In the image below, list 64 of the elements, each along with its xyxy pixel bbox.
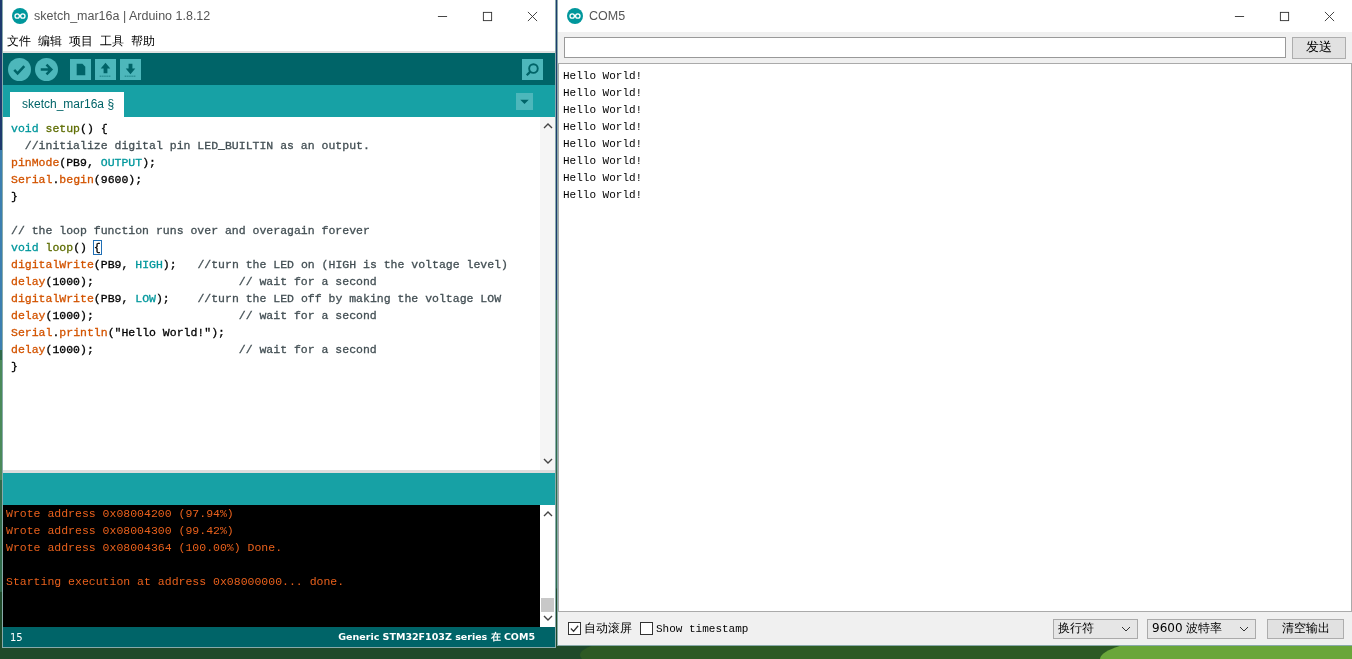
code-line: digitalWrite(PB9, LOW); //turn the LED off by making the voltage LOW — [11, 291, 503, 307]
window-title: sketch_mar16a | Arduino 1.8.12 — [34, 9, 211, 23]
scroll-up-icon[interactable] — [542, 123, 553, 129]
app-logo-icon — [567, 8, 583, 24]
serial-monitor-icon[interactable] — [522, 58, 543, 80]
serial-output-line: Hello World! — [563, 103, 644, 118]
console-line: Starting execution at address 0x08000000... done. — [6, 574, 346, 590]
serial-output-line: Hello World! — [563, 69, 644, 84]
serial-output-line: Hello World! — [563, 171, 644, 186]
scroll-down-icon[interactable] — [542, 615, 553, 621]
serial-output-line: Hello World! — [563, 137, 644, 152]
baud-rate-dropdown[interactable]: 9600 波特率 — [1147, 618, 1256, 639]
code-line: pinMode(PB9, OUTPUT); — [11, 155, 157, 171]
send-input-field[interactable] — [564, 37, 1286, 58]
serial-output-line: Hello World! — [563, 86, 644, 101]
menu-item[interactable]: 编辑 — [38, 33, 62, 50]
code-line: void setup() { — [11, 121, 109, 137]
checkbox-label: 自动滚屏 — [584, 620, 632, 637]
board-port-label: Generic STM32F103Z series 在 COM5 — [338, 630, 535, 644]
close-icon[interactable] — [527, 10, 538, 22]
menu-item[interactable]: 文件 — [7, 33, 31, 50]
serial-output-line: Hello World! — [563, 188, 644, 203]
code-line: Serial.println("Hello World!"); — [11, 325, 226, 341]
dropdown-icon[interactable] — [516, 92, 533, 110]
window-title: COM5 — [589, 9, 626, 23]
checkbox-label: Show timestamp — [656, 622, 749, 635]
code-line: Serial.begin(9600); — [11, 172, 144, 188]
code-line: digitalWrite(PB9, HIGH); //turn the LED on (HIGH is the voltage level) — [11, 257, 509, 273]
code-line: // the loop function runs over and overagain forever — [11, 223, 371, 239]
serial-output-line: Hello World! — [563, 120, 644, 135]
code-line: delay(1000); // wait for a second — [11, 342, 378, 358]
checkbox[interactable] — [640, 622, 653, 635]
console-line: Wrote address 0x08004300 (99.42%) — [6, 523, 235, 539]
line-ending-dropdown[interactable]: 换行符 — [1053, 618, 1138, 639]
code-line: void loop() { — [11, 240, 102, 256]
code-line: } — [11, 189, 19, 205]
menu-item[interactable]: 项目 — [69, 33, 93, 50]
editor-scrollbar[interactable] — [540, 117, 555, 470]
file-tab[interactable]: sketch_mar16a § — [10, 92, 125, 117]
line-number: 15 — [10, 631, 23, 643]
new-file-icon[interactable] — [70, 58, 91, 80]
menu-item[interactable]: 工具 — [100, 33, 124, 50]
console-line: Wrote address 0x08004200 (97.94%) — [6, 506, 235, 522]
console-line: Wrote address 0x08004364 (100.00%) Done. — [6, 540, 284, 556]
code-line: delay(1000); // wait for a second — [11, 274, 378, 290]
clear-output-button[interactable]: 清空输出 — [1267, 618, 1344, 639]
close-icon[interactable] — [1324, 10, 1335, 22]
code-line: delay(1000); // wait for a second — [11, 308, 378, 324]
caret-icon — [1121, 625, 1131, 632]
code-line: //initialize digital pin LED_BUILTIN as an output. — [23, 138, 371, 154]
code-line: } — [11, 359, 19, 375]
app-logo-icon — [12, 8, 28, 24]
verify-icon[interactable] — [8, 57, 31, 81]
checkbox[interactable] — [568, 622, 581, 635]
menu-item[interactable]: 帮助 — [131, 33, 155, 50]
maximize-icon[interactable] — [1279, 10, 1290, 22]
scroll-up-icon[interactable] — [542, 511, 553, 517]
maximize-icon[interactable] — [482, 10, 493, 22]
scrollbar-thumb[interactable] — [541, 598, 554, 612]
scroll-down-icon[interactable] — [542, 458, 553, 464]
caret-icon — [1239, 625, 1249, 632]
console-scrollbar[interactable] — [540, 505, 555, 627]
serial-output-line: Hello World! — [563, 154, 644, 169]
send-button[interactable]: 发送 — [1292, 36, 1346, 59]
